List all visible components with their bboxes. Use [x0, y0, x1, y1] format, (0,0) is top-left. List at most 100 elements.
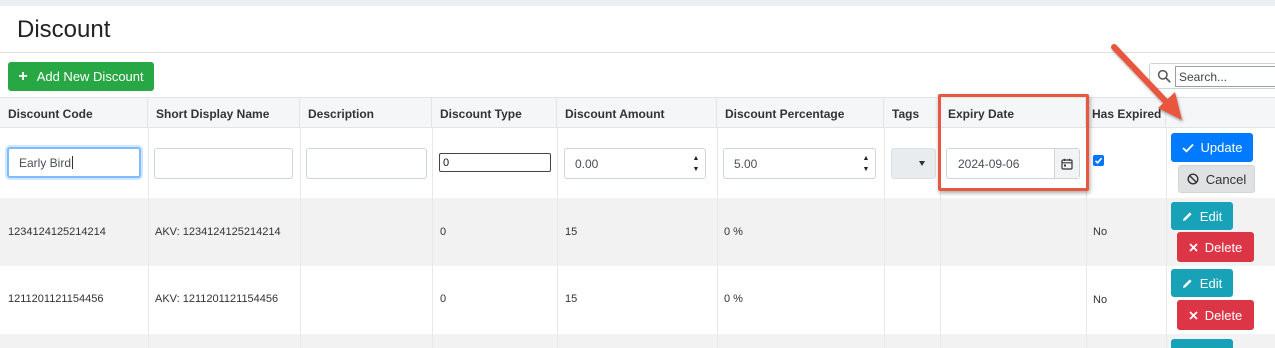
- column-header-discount-percentage[interactable]: Discount Percentage: [717, 98, 884, 129]
- edit-label: Edit: [1199, 208, 1223, 224]
- pencil-icon: [1182, 278, 1193, 289]
- column-divider: [884, 198, 885, 266]
- column-header-discount-code[interactable]: Discount Code: [0, 98, 148, 129]
- add-new-discount-button[interactable]: + Add New Discount: [8, 62, 154, 91]
- update-label: Update: [1200, 140, 1243, 155]
- plus-icon: +: [18, 67, 28, 85]
- spinner-up-icon[interactable]: ▲: [693, 155, 700, 162]
- column-divider: [432, 128, 433, 198]
- column-divider: [300, 266, 301, 334]
- column-divider: [1086, 198, 1087, 266]
- search-box[interactable]: [1149, 63, 1275, 89]
- pencil-icon: [1182, 211, 1193, 222]
- column-divider: [884, 266, 885, 334]
- has-expired-checkbox[interactable]: [1093, 155, 1104, 166]
- discount-code-value: Early Bird: [19, 155, 72, 170]
- description-input[interactable]: [306, 148, 427, 179]
- edit-button[interactable]: [1171, 339, 1233, 348]
- column-header-actions: [1166, 98, 1275, 129]
- column-divider: [884, 128, 885, 198]
- update-button[interactable]: Update: [1171, 133, 1253, 162]
- edit-label: Edit: [1199, 275, 1223, 291]
- column-divider: [300, 334, 301, 348]
- column-divider: [1166, 128, 1167, 198]
- cell-short-display-name: AKV: 1234124125214214: [155, 226, 281, 238]
- cell-has-expired: No: [1093, 294, 1108, 306]
- search-input[interactable]: [1175, 66, 1275, 87]
- add-new-discount-label: Add New Discount: [36, 69, 144, 84]
- edit-button[interactable]: Edit: [1171, 202, 1233, 230]
- column-header-tags[interactable]: Tags: [884, 98, 940, 129]
- cell-discount-percentage: 0 %: [724, 226, 743, 238]
- cell-discount-amount: 15: [565, 293, 578, 305]
- tags-select[interactable]: [891, 148, 936, 179]
- chevron-down-icon: [919, 161, 925, 166]
- cell-has-expired: No: [1093, 226, 1108, 238]
- column-divider: [940, 198, 941, 266]
- edit-button[interactable]: Edit: [1171, 269, 1233, 297]
- cancel-button[interactable]: Cancel: [1178, 165, 1255, 193]
- ban-icon: [1187, 173, 1199, 185]
- delete-button[interactable]: Delete: [1177, 232, 1254, 262]
- column-divider: [432, 266, 433, 334]
- column-header-discount-type[interactable]: Discount Type: [432, 98, 557, 129]
- cell-discount-type: 0: [440, 293, 447, 305]
- delete-label: Delete: [1204, 307, 1243, 323]
- delete-button[interactable]: Delete: [1177, 300, 1254, 330]
- discount-code-input[interactable]: Early Bird: [7, 147, 141, 178]
- spinner-down-icon[interactable]: ▼: [863, 166, 870, 173]
- cancel-label: Cancel: [1205, 171, 1247, 187]
- discount-amount-input[interactable]: 0.00 ▲ ▼: [564, 148, 706, 179]
- spinner-down-icon[interactable]: ▼: [693, 166, 700, 173]
- discount-amount-spinner[interactable]: ▲ ▼: [691, 155, 701, 173]
- discount-type-value: 0: [443, 156, 450, 169]
- cell-discount-amount: 15: [565, 226, 578, 238]
- cell-discount-percentage: 0 %: [724, 293, 743, 305]
- column-divider: [1166, 198, 1167, 266]
- column-divider: [1086, 266, 1087, 334]
- page-title: Discount: [17, 16, 111, 43]
- discount-type-input[interactable]: 0: [439, 153, 551, 172]
- column-header-short-display-name[interactable]: Short Display Name: [148, 98, 300, 129]
- column-divider: [300, 128, 301, 198]
- check-icon: [1181, 143, 1194, 153]
- search-icon: [1157, 69, 1171, 83]
- checkmark-icon: [1094, 157, 1103, 164]
- column-divider: [557, 128, 558, 198]
- text-cursor: [72, 156, 74, 169]
- table-row: 1234124125214214 AKV: 1234124125214214 0…: [0, 198, 1275, 266]
- table-row: [0, 334, 1275, 348]
- column-divider: [557, 334, 558, 348]
- column-divider: [432, 198, 433, 266]
- column-header-discount-amount[interactable]: Discount Amount: [557, 98, 717, 129]
- column-divider: [717, 128, 718, 198]
- table-row: 1211201121154456 AKV: 1211201121154456 0…: [0, 266, 1275, 334]
- discount-amount-value: 0.00: [575, 156, 599, 171]
- column-divider: [148, 128, 149, 198]
- spinner-up-icon[interactable]: ▲: [863, 155, 870, 162]
- column-divider: [148, 198, 149, 266]
- short-display-name-input[interactable]: [154, 148, 293, 179]
- column-divider: [557, 266, 558, 334]
- column-divider: [1166, 334, 1167, 348]
- times-icon: [1189, 310, 1198, 320]
- column-divider: [717, 266, 718, 334]
- column-divider: [557, 198, 558, 266]
- column-divider: [1086, 334, 1087, 348]
- discount-percentage-value: 5.00: [734, 156, 758, 171]
- cell-discount-code: 1234124125214214: [8, 226, 106, 238]
- column-divider: [717, 334, 718, 348]
- cell-discount-type: 0: [440, 226, 447, 238]
- title-divider: [0, 52, 1275, 53]
- top-strip: [0, 0, 1275, 6]
- highlight-box: [938, 94, 1089, 191]
- cell-discount-code: 1211201121154456: [8, 293, 104, 305]
- column-divider: [148, 334, 149, 348]
- discount-percentage-spinner[interactable]: ▲ ▼: [861, 155, 871, 173]
- column-divider: [717, 198, 718, 266]
- column-header-has-expired[interactable]: Has Expired: [1086, 98, 1166, 129]
- column-header-description[interactable]: Description: [300, 98, 432, 129]
- column-divider: [884, 334, 885, 348]
- discount-percentage-input[interactable]: 5.00 ▲ ▼: [723, 148, 876, 179]
- delete-label: Delete: [1204, 239, 1243, 255]
